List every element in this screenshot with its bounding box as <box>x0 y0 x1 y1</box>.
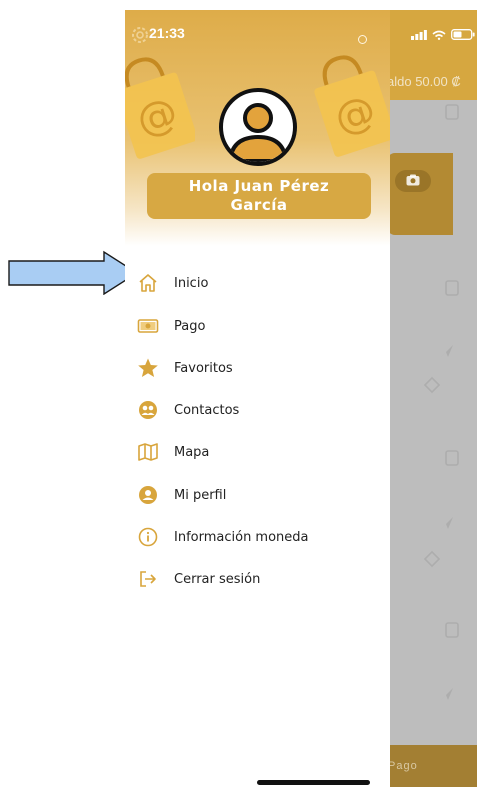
tag-pattern-icon <box>423 376 441 394</box>
menu-label: Inicio <box>174 275 209 291</box>
phone-screen: aldo 50.00 ₡ Pago @ @ Hola Juan Pérez Ga… <box>125 10 477 787</box>
logout-icon <box>137 568 159 590</box>
status-bar-time: 21:33 <box>149 25 185 41</box>
menu-label: Mi perfil <box>174 487 227 503</box>
balance-label: aldo 50.00 ₡ <box>387 74 461 89</box>
drawer-header: @ @ Hola Juan Pérez García <box>125 10 390 246</box>
contacts-icon <box>137 399 159 421</box>
tablet-pattern-icon <box>445 104 459 120</box>
send-pattern-icon <box>441 345 453 357</box>
wifi-icon <box>432 30 446 40</box>
menu-item-contactos[interactable]: Contactos <box>137 395 377 425</box>
camera-icon <box>406 174 420 186</box>
camera-dot-icon <box>358 35 367 44</box>
menu-label: Pago <box>174 318 206 334</box>
signal-icon <box>411 29 427 40</box>
menu-item-mi-perfil[interactable]: Mi perfil <box>137 480 377 510</box>
user-circle-icon <box>137 484 159 506</box>
send-pattern-icon <box>441 688 453 700</box>
balance-card <box>387 153 453 235</box>
tablet-pattern-icon <box>445 622 459 638</box>
info-icon <box>137 526 159 548</box>
menu-label: Mapa <box>174 444 210 460</box>
shopping-bag-icon: @ <box>314 55 390 157</box>
home-indicator[interactable] <box>257 780 370 785</box>
menu-item-pago[interactable]: Pago <box>137 311 377 341</box>
menu-label: Favoritos <box>174 360 233 376</box>
send-pattern-icon <box>441 517 453 529</box>
footer-tab-label: Pago <box>388 760 418 772</box>
tablet-pattern-icon <box>445 450 459 466</box>
camera-button <box>395 170 431 192</box>
menu-item-mapa[interactable]: Mapa <box>137 437 377 467</box>
greeting-text: Hola Juan Pérez García <box>188 177 330 214</box>
home-icon <box>137 272 159 294</box>
status-bar-icons <box>411 29 475 40</box>
navigation-drawer: @ @ Hola Juan Pérez García Inicio Pago F… <box>125 10 390 787</box>
map-icon <box>137 441 159 463</box>
menu-item-cerrar-sesion[interactable]: Cerrar sesión <box>137 564 377 594</box>
menu-label: Contactos <box>174 402 240 418</box>
annotation-arrow-icon <box>8 250 139 295</box>
tag-pattern-icon <box>423 550 441 568</box>
avatar[interactable] <box>218 87 298 167</box>
tablet-pattern-icon <box>445 280 459 296</box>
menu-item-inicio[interactable]: Inicio <box>137 268 377 298</box>
settings-gear-icon <box>132 27 148 43</box>
menu-item-informacion-moneda[interactable]: Información moneda <box>137 522 377 552</box>
greeting-box: Hola Juan Pérez García <box>147 173 371 219</box>
menu-label: Información moneda <box>174 529 309 545</box>
menu-item-favoritos[interactable]: Favoritos <box>137 353 377 383</box>
star-icon <box>137 357 159 379</box>
menu-label: Cerrar sesión <box>174 571 261 587</box>
cash-icon <box>137 315 159 337</box>
shopping-bag-icon: @ <box>125 57 195 159</box>
battery-icon <box>451 29 475 40</box>
